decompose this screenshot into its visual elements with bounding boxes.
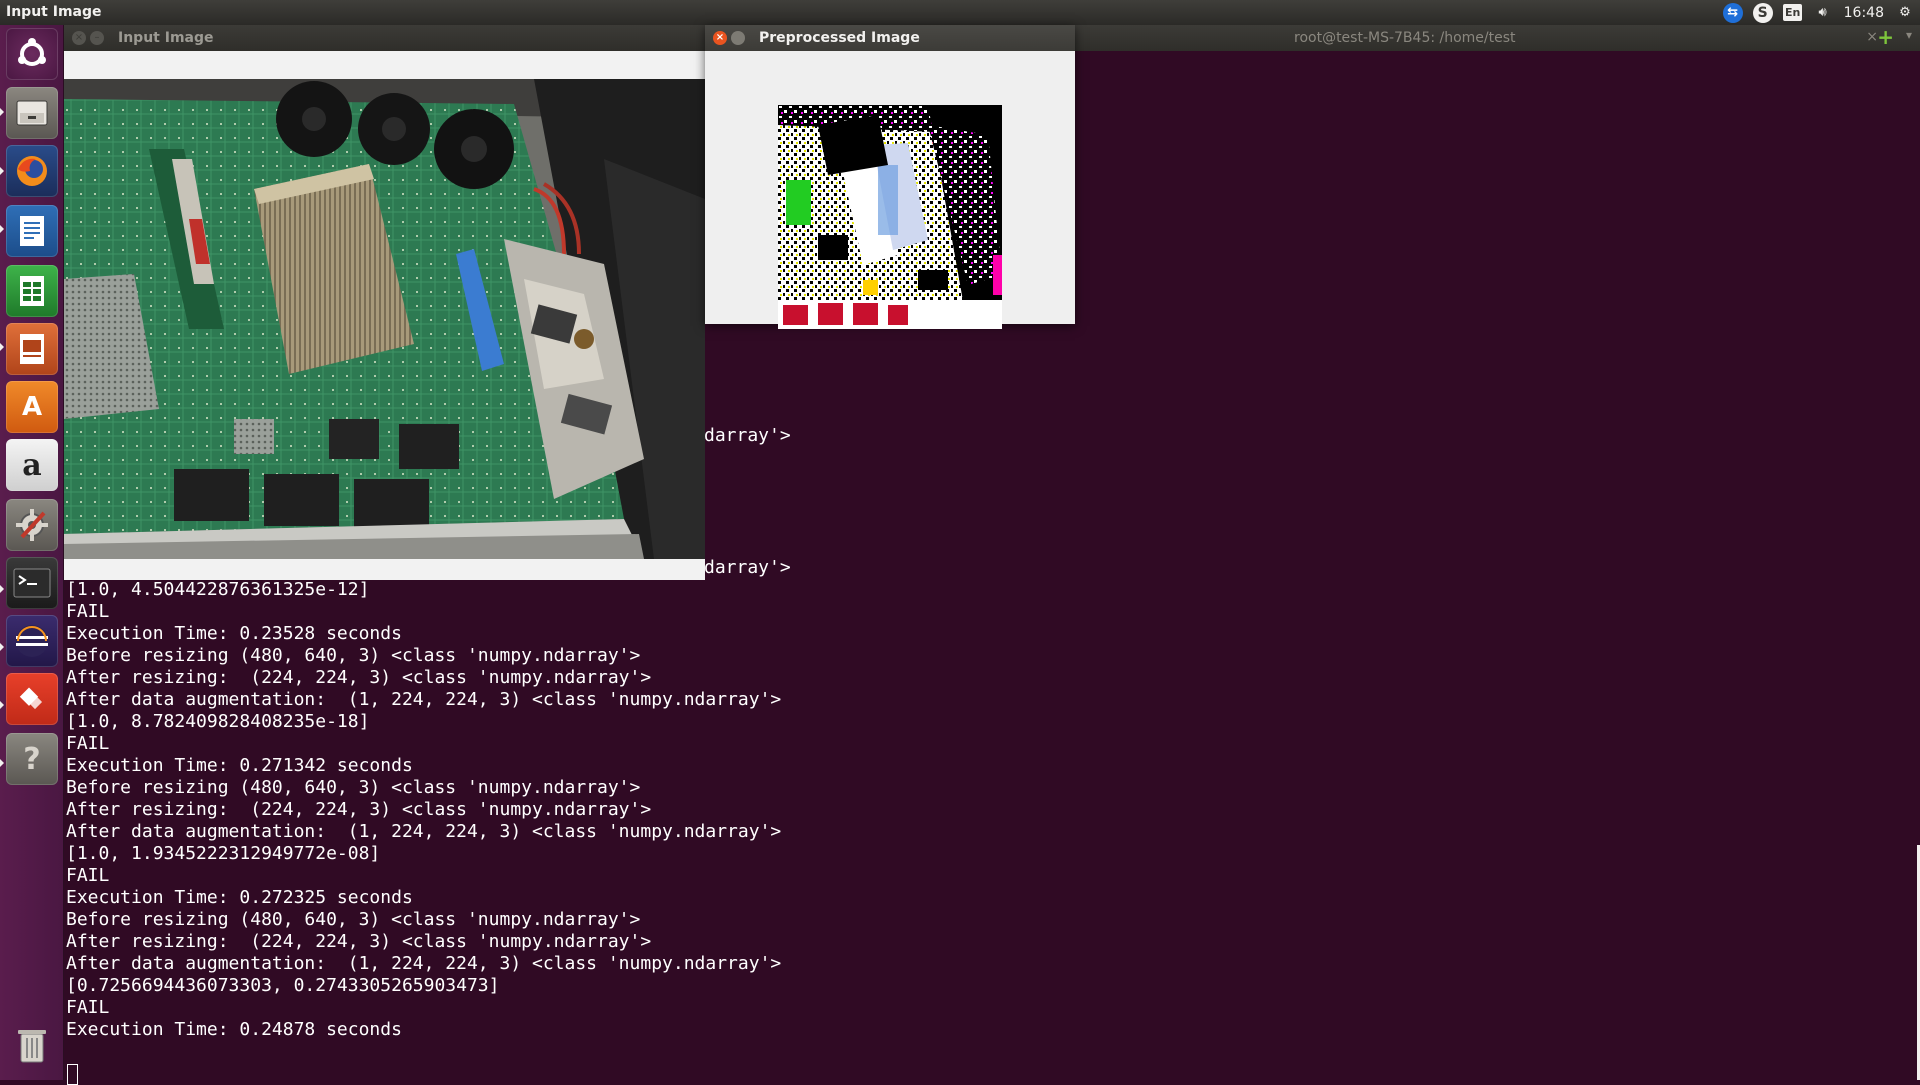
terminal-cursor [67, 1064, 78, 1085]
preprocessed-image-canvas [705, 51, 1075, 329]
window-title: Preprocessed Image [759, 30, 920, 46]
input-image-window[interactable]: × – Input Image [64, 25, 705, 580]
settings-glyph [16, 509, 48, 541]
input-image-canvas [64, 51, 705, 580]
terminal-line-fragment: darray'> [704, 557, 791, 578]
teamviewer-icon[interactable]: ⇆ [1722, 2, 1744, 24]
presentation-glyph [20, 334, 44, 364]
trash-icon[interactable] [6, 1019, 58, 1071]
drawer-glyph [16, 100, 48, 126]
input-image-titlebar[interactable]: × – Input Image [64, 25, 705, 51]
running-pip [0, 643, 4, 651]
running-pip [0, 343, 4, 351]
firefox-icon[interactable] [6, 145, 58, 197]
terminal-line-fragment: darray'> [704, 425, 791, 446]
clock[interactable]: 16:48 [1842, 5, 1886, 21]
terminal-tab-close-icon[interactable]: × [1866, 29, 1878, 45]
help-icon[interactable]: ? [6, 733, 58, 785]
running-pip [0, 585, 4, 593]
anydesk-icon[interactable] [6, 673, 58, 725]
preprocessed-image-window[interactable]: × Preprocessed Image [705, 25, 1075, 329]
minimize-button[interactable]: – [90, 31, 104, 45]
motherboard-photo [64, 79, 705, 559]
eclipse-icon[interactable] [6, 615, 58, 667]
terminal-icon[interactable] [6, 557, 58, 609]
preprocessed-photo [778, 105, 1002, 329]
ubuntu-logo-icon[interactable] [6, 28, 58, 80]
terminal-output: [1.0, 4.504422876361325e-12] FAIL Execut… [66, 579, 782, 1040]
motherboard-illustration [64, 79, 705, 559]
running-pip [0, 759, 4, 767]
files-icon[interactable] [6, 87, 58, 139]
preprocessed-illustration [778, 105, 1002, 329]
anydesk-glyph [19, 687, 43, 710]
close-button[interactable]: × [72, 31, 86, 45]
amazon-icon[interactable]: a [6, 439, 58, 491]
running-pip [0, 167, 4, 175]
system-settings-icon[interactable] [6, 499, 58, 551]
active-app-title: Input Image [6, 4, 102, 20]
top-panel: Input Image ⇆ S En 🔊︎ 16:48 ⚙ [0, 0, 1920, 25]
terminal-title: root@test-MS-7B45: /home/test [1294, 30, 1516, 46]
document-glyph [20, 216, 44, 246]
writer-icon[interactable] [6, 205, 58, 257]
keyboard-layout-label: En [1783, 4, 1803, 21]
new-tab-plus-icon[interactable]: + [1877, 25, 1894, 49]
help-glyph: ? [23, 741, 41, 777]
launcher: A a ? [0, 25, 64, 1080]
ubuntu-logo-glyph [18, 38, 46, 66]
software-center-icon[interactable]: A [6, 381, 58, 433]
running-pip [0, 108, 4, 116]
running-pip [0, 701, 4, 709]
running-pip [0, 225, 4, 233]
gear-icon[interactable]: ⚙ [1894, 2, 1916, 24]
preprocessed-image-titlebar[interactable]: × Preprocessed Image [705, 25, 1075, 51]
window-title: Input Image [118, 30, 214, 46]
terminal-glyph [13, 568, 51, 598]
trash-glyph [18, 1030, 46, 1063]
calc-icon[interactable] [6, 265, 58, 317]
firefox-glyph [17, 156, 47, 186]
minimize-button[interactable] [731, 31, 745, 45]
indicator-area: ⇆ S En 🔊︎ 16:48 ⚙ [1722, 1, 1916, 24]
keyboard-indicator[interactable]: En [1782, 2, 1804, 24]
terminal-menu-arrow-icon[interactable]: ▾ [1906, 28, 1912, 42]
volume-icon[interactable]: 🔊︎ [1812, 2, 1834, 24]
impress-icon[interactable] [6, 323, 58, 375]
spreadsheet-glyph [20, 276, 44, 306]
close-button[interactable]: × [713, 31, 727, 45]
amazon-glyph: a [22, 447, 42, 483]
skype-icon[interactable]: S [1752, 2, 1774, 24]
software-center-glyph: A [21, 392, 43, 422]
eclipse-glyph [16, 625, 48, 657]
